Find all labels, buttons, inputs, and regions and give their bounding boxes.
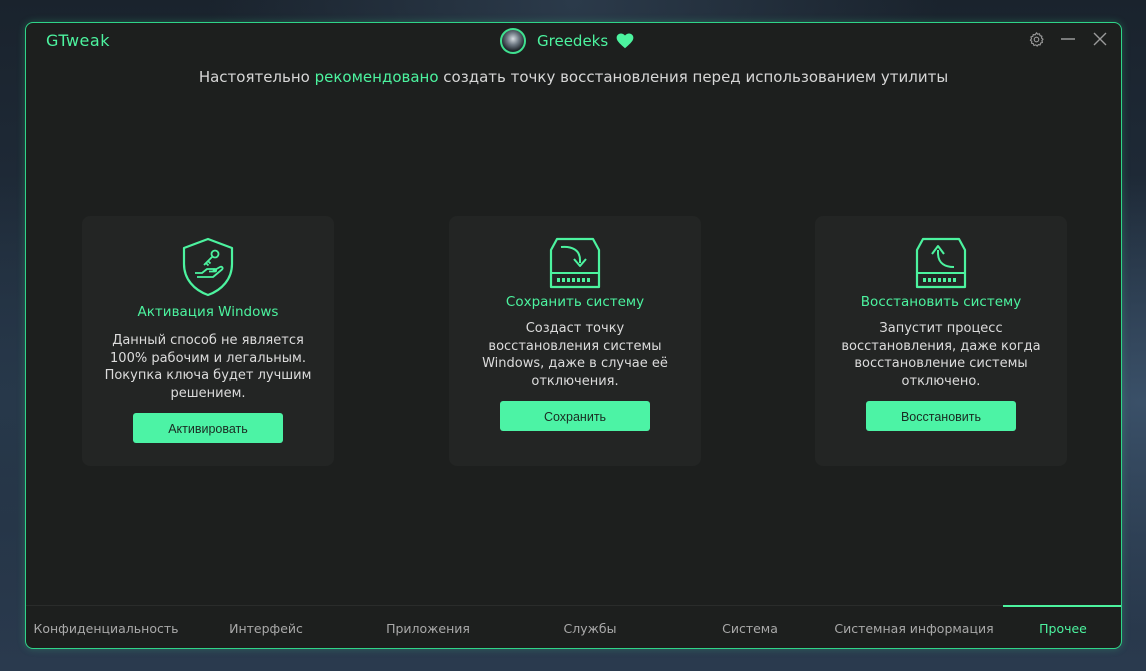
user-profile: Greedeks [500, 26, 634, 56]
card-windows-activation: Активация Windows Данный способ не являе… [82, 216, 334, 466]
card-title: Сохранить систему [505, 294, 645, 310]
restore-button[interactable]: Восстановить [866, 401, 1016, 431]
card-restore-system: Восстановить систему Запустит процесс во… [815, 216, 1067, 466]
tab-other[interactable]: Прочее [1003, 605, 1121, 648]
drive-restore-icon [915, 237, 967, 289]
notice-text-before: Настоятельно [198, 68, 315, 86]
window-controls [1013, 30, 1109, 48]
restore-point-notice: Настоятельно рекомендовано создать точку… [26, 68, 1121, 86]
app-title: GTweak [46, 31, 110, 50]
card-description: Создаст точку восстановления системы Win… [482, 321, 668, 389]
title-bar[interactable]: GTweak Greedeks [26, 23, 1121, 59]
card-description: Запустит процесс восстановления, даже ко… [841, 321, 1041, 389]
notice-text-after: создать точку восстановления перед испол… [438, 68, 949, 86]
app-window: GTweak Greedeks Настоятельно рекомендова… [25, 22, 1122, 649]
minimize-icon[interactable] [1059, 30, 1077, 48]
shield-key-icon [182, 237, 234, 297]
drive-save-icon [549, 237, 601, 289]
tab-services[interactable]: Службы [530, 606, 650, 648]
notice-highlight: рекомендовано [314, 68, 439, 86]
bottom-nav: Конфиденциальность Интерфейс Приложения … [26, 605, 1121, 648]
card-save-system: Сохранить систему Создаст точку восстано… [449, 216, 701, 466]
card-description: Данный способ не является 100% рабочим и… [104, 333, 312, 401]
save-button[interactable]: Сохранить [500, 401, 650, 431]
card-title: Восстановить систему [860, 294, 1022, 310]
card-title: Активация Windows [137, 304, 279, 320]
tab-applications[interactable]: Приложения [368, 606, 488, 648]
tab-interface[interactable]: Интерфейс [206, 606, 326, 648]
gear-icon[interactable] [1027, 30, 1045, 48]
tab-privacy[interactable]: Конфиденциальность [26, 606, 186, 648]
activate-button[interactable]: Активировать [133, 413, 283, 443]
avatar [500, 28, 526, 54]
tab-system[interactable]: Система [690, 606, 810, 648]
tab-system-info[interactable]: Системная информация [829, 606, 999, 648]
username: Greedeks [537, 32, 609, 50]
heart-icon [616, 33, 634, 49]
close-icon[interactable] [1091, 30, 1109, 48]
